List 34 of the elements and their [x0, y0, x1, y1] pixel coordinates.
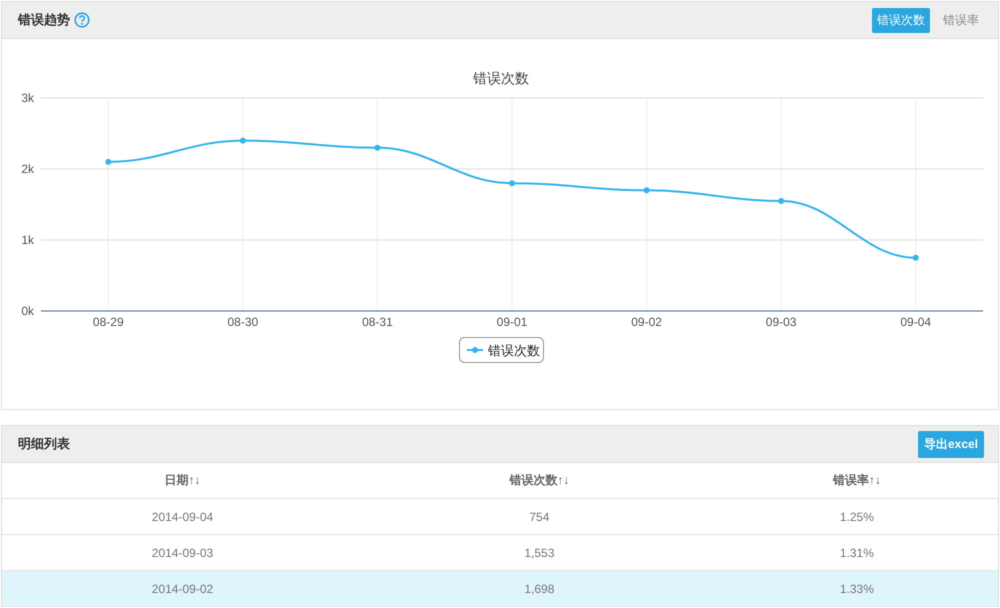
- panel-title: 错误趋势: [18, 11, 70, 29]
- data-point: [374, 144, 380, 151]
- table-cell: 2014-09-04: [2, 498, 363, 534]
- data-point: [778, 198, 784, 204]
- chart-title: 错误次数: [473, 70, 529, 86]
- column-header[interactable]: 错误次数↑↓: [362, 463, 716, 498]
- axis-label: 09-04: [900, 315, 932, 329]
- data-point: [912, 254, 919, 261]
- data-point: [240, 138, 246, 144]
- table-cell: 754: [362, 498, 716, 534]
- table-cell: 2014-09-02: [2, 570, 363, 606]
- table-cell: 1.33%: [716, 570, 998, 606]
- axis-label: 3k: [21, 91, 34, 105]
- axis-label: 09-03: [766, 315, 796, 329]
- axis-label: 09-01: [496, 315, 528, 329]
- axis-label: 08-30: [228, 315, 258, 329]
- data-point: [509, 180, 515, 186]
- panel-title: 明细列表: [18, 435, 70, 453]
- axis-label: 09-02: [631, 315, 662, 329]
- column-header[interactable]: 日期↑↓: [2, 463, 363, 498]
- table-cell: 1.25%: [716, 498, 998, 534]
- legend-label: 错误次数: [487, 343, 540, 358]
- data-point: [644, 187, 650, 194]
- axis-label: 2k: [21, 162, 34, 176]
- table-cell: 1,698: [362, 570, 716, 606]
- help-icon[interactable]: [74, 12, 90, 28]
- chart-tab[interactable]: 错误率: [938, 8, 984, 32]
- axis-label: 0k: [21, 304, 34, 318]
- data-point: [105, 158, 112, 165]
- legend-item[interactable]: 错误次数: [459, 337, 544, 363]
- column-header[interactable]: 错误率↑↓: [716, 463, 998, 498]
- axis-label: 08-31: [362, 315, 393, 329]
- axis-label: 08-29: [92, 315, 124, 329]
- axis-label: 1k: [21, 233, 34, 247]
